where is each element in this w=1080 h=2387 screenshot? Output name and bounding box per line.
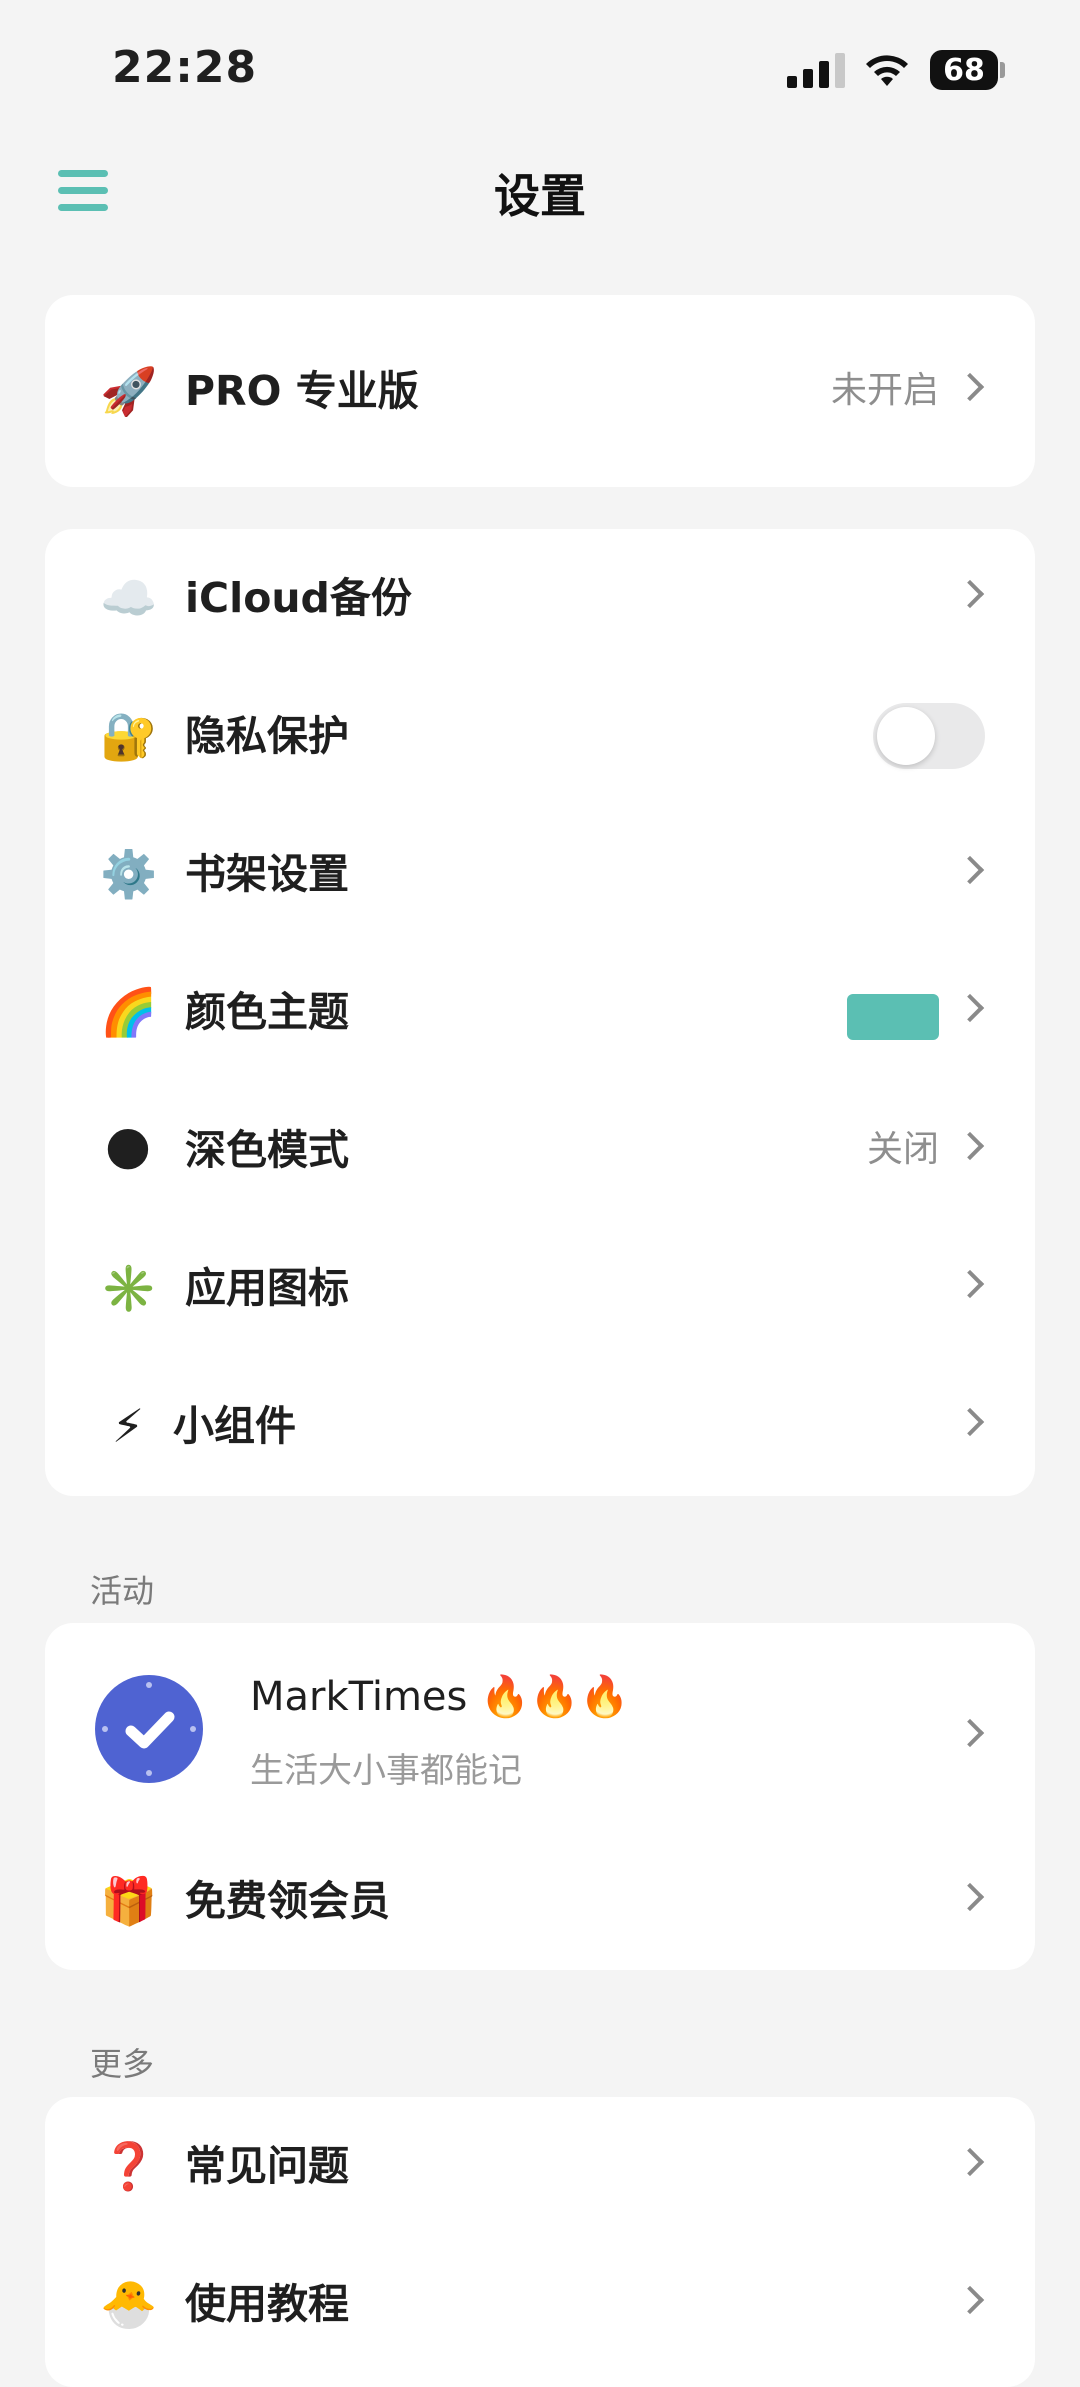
cellular-signal-icon — [787, 52, 845, 88]
theme-color-swatch — [847, 994, 939, 1040]
setting-label: 书架设置 — [185, 850, 349, 898]
rocket-icon: 🚀 — [100, 364, 158, 418]
chevron-right-icon — [955, 1269, 985, 1299]
chevron-right-icon — [955, 855, 985, 885]
chevron-right-icon — [955, 579, 985, 609]
setting-bookshelf[interactable]: ⚙️ 书架设置 — [45, 805, 1035, 943]
moon-icon: 🌑 — [104, 1123, 152, 1177]
setting-dark-mode[interactable]: 🌑 深色模式 关闭 — [45, 1081, 1035, 1219]
hatching-chick-icon: 🐣 — [100, 2277, 158, 2331]
chevron-right-icon — [955, 1882, 985, 1912]
toggle-knob — [877, 707, 935, 765]
setting-label: 使用教程 — [185, 2280, 349, 2328]
cloud-icon: ☁️ — [100, 571, 158, 625]
chevron-right-icon — [955, 993, 985, 1023]
section-header-activity: 活动 — [90, 1572, 155, 1610]
wifi-icon — [866, 55, 908, 86]
chevron-right-icon — [955, 2147, 985, 2177]
setting-label: iCloud备份 — [185, 574, 412, 622]
tutorial-row[interactable]: 🐣 使用教程 — [45, 2235, 1035, 2373]
section-header-more: 更多 — [90, 2045, 155, 2083]
setting-label: 深色模式 — [185, 1126, 349, 1174]
dark-mode-value: 关闭 — [866, 1129, 939, 1170]
activity-card: MarkTimes 🔥🔥🔥 生活大小事都能记 🎁 免费领会员 — [45, 1623, 1035, 1970]
setting-label: 常见问题 — [185, 2142, 349, 2190]
free-membership-row[interactable]: 🎁 免费领会员 — [45, 1832, 1035, 1970]
chevron-right-icon — [955, 2285, 985, 2315]
marktimes-app-icon — [95, 1675, 203, 1783]
setting-widgets[interactable]: ⚡ 小组件 — [45, 1357, 1035, 1495]
pro-status: 未开启 — [830, 370, 939, 411]
battery-icon: 68 — [930, 50, 998, 90]
setting-label: 应用图标 — [185, 1264, 349, 1312]
nav-bar: 设置 — [0, 150, 1080, 232]
pro-label: PRO 专业版 — [185, 367, 419, 415]
chevron-right-icon — [955, 1131, 985, 1161]
setting-label: 颜色主题 — [185, 988, 349, 1036]
battery-tip — [1000, 62, 1005, 78]
chevron-right-icon — [955, 1407, 985, 1437]
app-name: MarkTimes 🔥🔥🔥 — [250, 1674, 630, 1720]
marktimes-promo[interactable]: MarkTimes 🔥🔥🔥 生活大小事都能记 — [45, 1623, 1035, 1833]
app-subtitle: 生活大小事都能记 — [250, 1751, 522, 1791]
chevron-right-icon — [955, 1718, 985, 1748]
lock-key-icon: 🔐 — [100, 709, 158, 763]
gift-icon: 🎁 — [100, 1874, 158, 1928]
setting-privacy: 🔐 隐私保护 — [45, 667, 1035, 805]
question-mark-icon: ❓ — [100, 2139, 158, 2193]
setting-app-icon[interactable]: ✳️ 应用图标 — [45, 1219, 1035, 1357]
privacy-toggle[interactable] — [873, 703, 985, 769]
page-title: 设置 — [494, 169, 586, 223]
lightning-icon: ⚡ — [111, 1399, 145, 1453]
faq-row[interactable]: ❓ 常见问题 — [45, 2097, 1035, 2235]
more-card: ❓ 常见问题 🐣 使用教程 — [45, 2097, 1035, 2387]
setting-label: 免费领会员 — [185, 1877, 390, 1925]
battery-level: 68 — [943, 52, 985, 88]
setting-label: 小组件 — [173, 1402, 296, 1450]
rainbow-icon: 🌈 — [100, 985, 158, 1039]
setting-color-theme[interactable]: 🌈 颜色主题 — [45, 943, 1035, 1081]
settings-card: ☁️ iCloud备份 🔐 隐私保护 ⚙️ 书架设置 🌈 颜色主题 🌑 深色模式… — [45, 529, 1035, 1496]
checkmark-icon — [102, 1682, 196, 1776]
gear-icon: ⚙️ — [100, 847, 158, 901]
pro-card: 🚀 PRO 专业版 未开启 — [45, 295, 1035, 487]
pro-row[interactable]: 🚀 PRO 专业版 未开启 — [45, 322, 1035, 460]
status-time: 22:28 — [112, 42, 258, 93]
status-bar: 22:28 68 — [0, 0, 1080, 130]
sparkle-icon: ✳️ — [100, 1261, 158, 1315]
setting-label: 隐私保护 — [185, 712, 349, 760]
setting-icloud-backup[interactable]: ☁️ iCloud备份 — [45, 529, 1035, 667]
chevron-right-icon — [955, 372, 985, 402]
